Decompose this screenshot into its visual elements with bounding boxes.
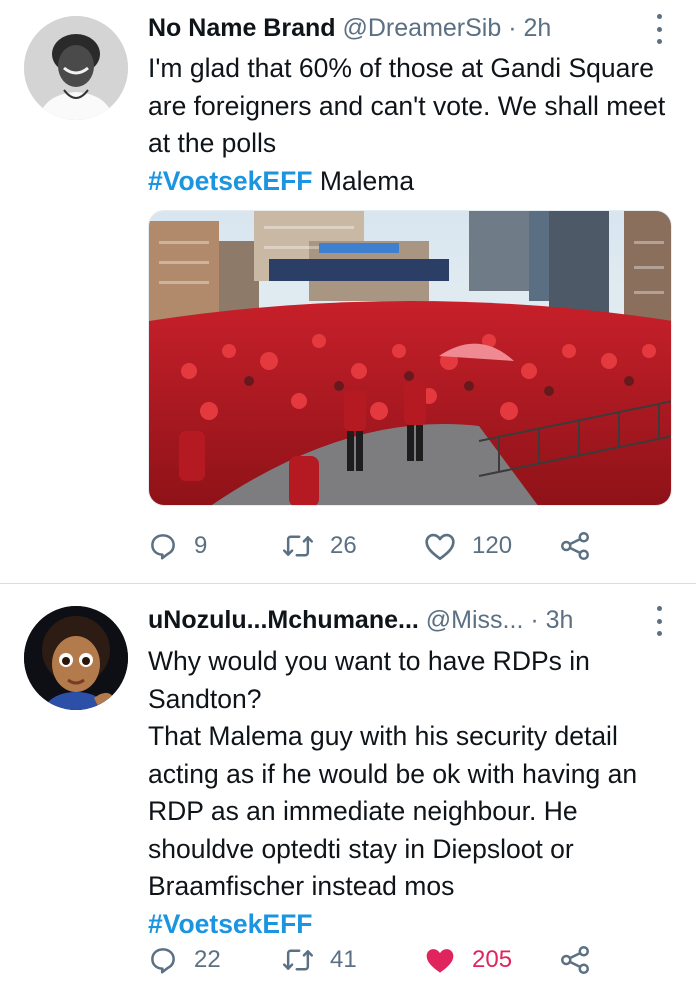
author-handle[interactable]: @DreamerSib — [343, 14, 502, 42]
crowd-photo — [149, 211, 671, 505]
text-suffix: Malema — [312, 165, 415, 196]
hashtag-link[interactable]: #VoetsekEFF — [148, 909, 312, 939]
share-button[interactable] — [558, 526, 592, 566]
tweet-text-line: That Malema guy with his security detail… — [148, 721, 638, 901]
like-filled-icon — [424, 945, 456, 975]
timestamp[interactable]: 3h — [546, 606, 574, 634]
like-button[interactable]: 120 — [424, 526, 512, 566]
tweet-text-line: #VoetsekEFF — [148, 906, 678, 944]
share-icon — [558, 531, 592, 561]
retweet-icon — [282, 531, 314, 561]
retweet-icon — [282, 945, 314, 975]
more-icon[interactable] — [650, 606, 668, 636]
author-name[interactable]: No Name Brand — [148, 14, 336, 42]
timestamp[interactable]: 2h — [524, 14, 552, 42]
avatar-photo — [24, 16, 128, 120]
share-icon — [558, 945, 592, 975]
tweet-text-line: #VoetsekEFF Malema — [148, 163, 678, 201]
retweet-button[interactable]: 41 — [282, 940, 357, 980]
avatar[interactable] — [24, 16, 128, 120]
tweet-text-line: Why would you want to have RDPs in Sandt… — [148, 646, 590, 714]
separator: · — [530, 606, 539, 634]
reply-count: 9 — [194, 532, 208, 559]
tweet-text: I'm glad that 60% of those at Gandi Squa… — [148, 50, 678, 200]
reply-icon — [148, 531, 178, 561]
tweet-media-image[interactable] — [148, 210, 672, 506]
like-button[interactable]: 205 — [424, 940, 512, 980]
tweet-actions: 9 26 120 — [148, 526, 668, 566]
hashtag-link[interactable]: #VoetsekEFF — [148, 166, 312, 196]
tweet[interactable]: No Name Brand @DreamerSib · 2h I'm glad … — [0, 0, 696, 583]
reply-icon — [148, 945, 178, 975]
tweet[interactable]: uNozulu...Mchumane... @Miss... · 3h Why … — [0, 584, 696, 1000]
tweet-header: No Name Brand @DreamerSib · 2h — [148, 10, 636, 46]
avatar[interactable] — [24, 606, 128, 710]
author-name[interactable]: uNozulu...Mchumane... — [148, 606, 419, 634]
tweet-actions: 22 41 205 — [148, 940, 668, 980]
avatar-cartoon — [24, 606, 128, 710]
tweet-header: uNozulu...Mchumane... @Miss... · 3h — [148, 602, 636, 638]
like-icon — [424, 531, 456, 561]
author-handle[interactable]: @Miss... — [426, 606, 524, 634]
retweet-count: 26 — [330, 532, 357, 559]
retweet-button[interactable]: 26 — [282, 526, 357, 566]
retweet-count: 41 — [330, 946, 357, 973]
like-count: 205 — [472, 946, 513, 973]
tweet-text-line: I'm glad that 60% of those at Gandi Squa… — [148, 53, 666, 158]
reply-count: 22 — [194, 946, 221, 973]
reply-button[interactable]: 22 — [148, 940, 221, 980]
reply-button[interactable]: 9 — [148, 526, 207, 566]
more-icon[interactable] — [650, 14, 668, 44]
tweet-text: Why would you want to have RDPs in Sandt… — [148, 643, 678, 943]
like-count: 120 — [472, 532, 513, 559]
separator: · — [508, 14, 517, 42]
share-button[interactable] — [558, 940, 592, 980]
